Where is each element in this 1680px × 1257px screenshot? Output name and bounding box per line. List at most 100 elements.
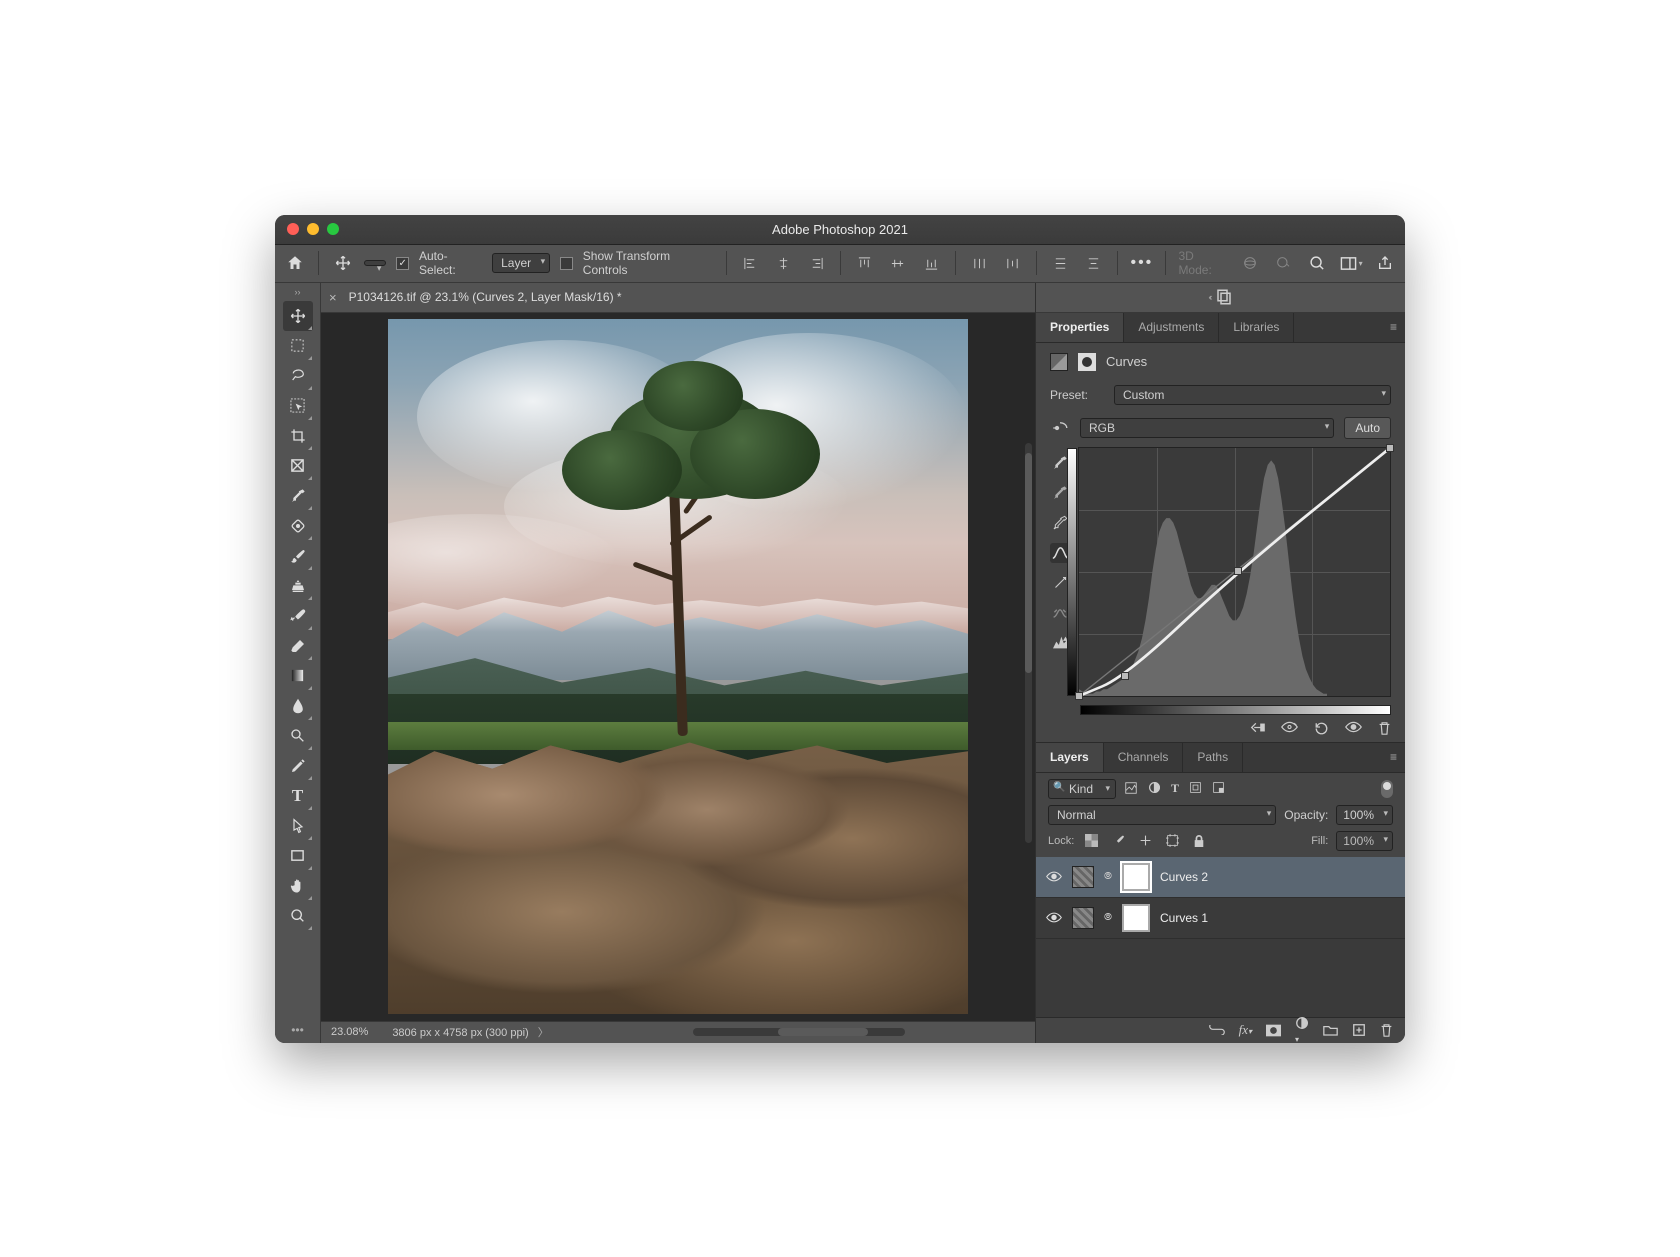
- canvas-viewport[interactable]: [321, 313, 1035, 1021]
- new-group-icon[interactable]: [1323, 1024, 1338, 1036]
- collapsed-panel-strip[interactable]: ‹‹: [1036, 283, 1405, 313]
- visibility-icon[interactable]: [1046, 871, 1062, 882]
- layer-filter-kind-dropdown[interactable]: Kind: [1048, 779, 1116, 799]
- status-menu-icon[interactable]: 〉: [538, 1027, 549, 1039]
- add-mask-icon[interactable]: [1266, 1024, 1281, 1037]
- brush-tool[interactable]: [283, 541, 313, 571]
- view-previous-icon[interactable]: [1281, 721, 1298, 736]
- 3d-camera-icon[interactable]: [1272, 251, 1295, 275]
- tool-preset-dropdown[interactable]: [364, 260, 386, 266]
- panel-menu-icon[interactable]: ≡: [1382, 313, 1405, 342]
- move-tool[interactable]: [283, 301, 313, 331]
- tab-properties[interactable]: Properties: [1036, 313, 1124, 342]
- auto-select-checkbox[interactable]: [396, 257, 409, 270]
- curve-point[interactable]: [1075, 692, 1083, 700]
- mask-thumb[interactable]: [1122, 904, 1150, 932]
- delete-layer-icon[interactable]: [1380, 1023, 1393, 1038]
- type-tool[interactable]: T: [283, 781, 313, 811]
- lock-all-icon[interactable]: [1193, 834, 1205, 848]
- visibility-toggle-icon[interactable]: [1345, 721, 1362, 736]
- filter-pixel-icon[interactable]: [1124, 781, 1138, 796]
- layer-row[interactable]: ⦾ Curves 1: [1036, 898, 1405, 939]
- edit-toolbar-icon[interactable]: •••: [291, 1017, 304, 1043]
- align-hcenter-icon[interactable]: [772, 251, 795, 275]
- distribute-v2-icon[interactable]: [1082, 251, 1105, 275]
- marquee-tool[interactable]: [283, 331, 313, 361]
- spot-heal-tool[interactable]: [283, 511, 313, 541]
- filter-toggle[interactable]: [1381, 780, 1393, 798]
- history-panel-icon[interactable]: [1215, 288, 1233, 306]
- lock-pixels-icon[interactable]: [1112, 834, 1125, 847]
- align-bottom-icon[interactable]: [919, 251, 942, 275]
- curve-point[interactable]: [1234, 567, 1242, 575]
- link-layers-icon[interactable]: [1209, 1025, 1225, 1035]
- tab-layers[interactable]: Layers: [1036, 743, 1104, 772]
- new-layer-icon[interactable]: [1352, 1023, 1366, 1037]
- filter-shape-icon[interactable]: [1189, 781, 1202, 796]
- blur-tool[interactable]: [283, 691, 313, 721]
- tab-channels[interactable]: Channels: [1104, 743, 1184, 772]
- object-select-tool[interactable]: [283, 391, 313, 421]
- align-right-icon[interactable]: [805, 251, 828, 275]
- reset-icon[interactable]: [1314, 721, 1329, 736]
- eyedropper-tool[interactable]: [283, 481, 313, 511]
- target-adjustment-icon[interactable]: [1050, 418, 1070, 438]
- mask-link-icon[interactable]: ⦾: [1104, 871, 1112, 882]
- more-options-icon[interactable]: •••: [1130, 251, 1153, 275]
- visibility-icon[interactable]: [1046, 912, 1062, 923]
- horizontal-scrollbar[interactable]: [693, 1028, 905, 1036]
- 3d-orbit-icon[interactable]: [1239, 251, 1262, 275]
- hand-tool[interactable]: [283, 871, 313, 901]
- clip-to-layer-icon[interactable]: [1250, 721, 1265, 736]
- home-button[interactable]: [283, 251, 306, 275]
- channel-dropdown[interactable]: RGB: [1080, 418, 1334, 438]
- preset-dropdown[interactable]: Custom: [1114, 385, 1391, 405]
- distribute-h-icon[interactable]: [968, 251, 991, 275]
- gradient-tool[interactable]: [283, 661, 313, 691]
- eraser-tool[interactable]: [283, 631, 313, 661]
- align-vcenter-icon[interactable]: [886, 251, 909, 275]
- clone-stamp-tool[interactable]: [283, 571, 313, 601]
- filter-type-icon[interactable]: T: [1171, 781, 1179, 796]
- curves-graph[interactable]: [1078, 447, 1391, 697]
- layers-panel-menu-icon[interactable]: ≡: [1382, 743, 1405, 772]
- search-icon[interactable]: [1305, 251, 1329, 275]
- align-top-icon[interactable]: [853, 251, 876, 275]
- tab-paths[interactable]: Paths: [1183, 743, 1243, 772]
- mask-thumb[interactable]: [1122, 863, 1150, 891]
- layer-name[interactable]: Curves 2: [1160, 870, 1208, 884]
- opacity-input[interactable]: 100%: [1336, 805, 1393, 825]
- delete-adjustment-icon[interactable]: [1378, 721, 1391, 736]
- align-left-icon[interactable]: [739, 251, 762, 275]
- new-adjustment-icon[interactable]: ▾: [1295, 1016, 1309, 1043]
- show-transform-checkbox[interactable]: [560, 257, 573, 270]
- lock-transparency-icon[interactable]: [1085, 834, 1098, 847]
- zoom-tool[interactable]: [283, 901, 313, 931]
- fill-input[interactable]: 100%: [1336, 831, 1393, 851]
- lock-artboard-icon[interactable]: [1166, 834, 1179, 847]
- distribute-v-icon[interactable]: [1049, 251, 1072, 275]
- document-tab[interactable]: × P1034126.tif @ 23.1% (Curves 2, Layer …: [321, 283, 1035, 313]
- pen-tool[interactable]: [283, 751, 313, 781]
- mask-link-icon[interactable]: ⦾: [1104, 912, 1112, 923]
- layer-name[interactable]: Curves 1: [1160, 911, 1208, 925]
- blend-mode-dropdown[interactable]: Normal: [1048, 805, 1276, 825]
- frame-tool[interactable]: [283, 451, 313, 481]
- vertical-scrollbar[interactable]: [1025, 443, 1032, 843]
- share-icon[interactable]: [1373, 251, 1397, 275]
- curve-point[interactable]: [1121, 672, 1129, 680]
- zoom-level[interactable]: 23.08%: [331, 1026, 368, 1038]
- distribute-h2-icon[interactable]: [1001, 251, 1024, 275]
- history-brush-tool[interactable]: [283, 601, 313, 631]
- expand-tools-icon[interactable]: ››: [295, 287, 301, 299]
- close-tab-icon[interactable]: ×: [329, 290, 337, 305]
- tab-adjustments[interactable]: Adjustments: [1124, 313, 1219, 342]
- filter-smart-icon[interactable]: [1212, 781, 1225, 796]
- auto-button[interactable]: Auto: [1344, 417, 1391, 439]
- rectangle-tool[interactable]: [283, 841, 313, 871]
- lock-position-icon[interactable]: [1139, 834, 1152, 847]
- layer-row[interactable]: ⦾ Curves 2: [1036, 857, 1405, 898]
- auto-select-mode-dropdown[interactable]: Layer: [492, 253, 550, 273]
- dodge-tool[interactable]: [283, 721, 313, 751]
- path-select-tool[interactable]: [283, 811, 313, 841]
